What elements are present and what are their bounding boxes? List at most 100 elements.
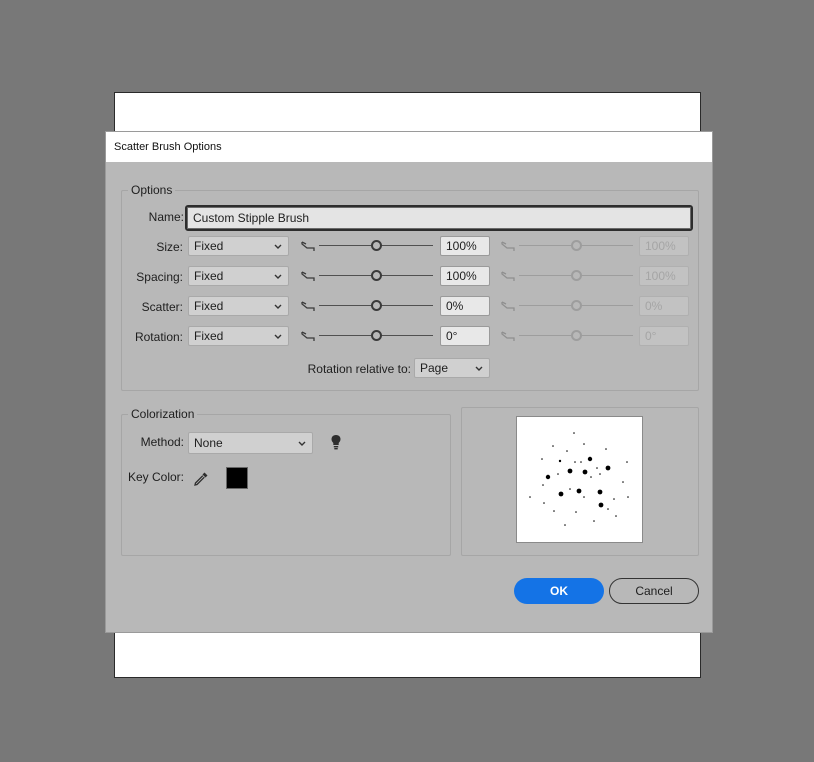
spacing-max-value-field: 100% bbox=[639, 266, 689, 286]
stipple-dot bbox=[583, 443, 585, 445]
slider-thumb[interactable] bbox=[370, 330, 382, 341]
dialog-titlebar[interactable]: Scatter Brush Options bbox=[106, 132, 712, 162]
stipple-dot bbox=[553, 510, 555, 512]
stipple-dot bbox=[573, 432, 575, 434]
scatter-label: Scatter: bbox=[141, 300, 183, 314]
method-value: None bbox=[194, 436, 223, 450]
stipple-dot bbox=[545, 474, 551, 480]
rotation-value-field[interactable]: 0° bbox=[440, 326, 490, 346]
size-value: 100% bbox=[446, 239, 477, 253]
stipple-dot bbox=[552, 445, 554, 447]
slider-thumb[interactable] bbox=[370, 300, 382, 311]
chevron-down-icon bbox=[274, 334, 282, 339]
rotation-relative-label: Rotation relative to: bbox=[307, 362, 411, 376]
chevron-down-icon bbox=[274, 244, 282, 249]
stipple-dot bbox=[569, 488, 571, 490]
dialog-title: Scatter Brush Options bbox=[114, 141, 222, 153]
slider-thumb bbox=[570, 300, 582, 311]
stipple-dot bbox=[599, 473, 601, 475]
stipple-dot bbox=[593, 520, 595, 522]
stipple-dot bbox=[564, 524, 566, 526]
colorization-legend: Colorization bbox=[128, 407, 198, 421]
slider-thumb[interactable] bbox=[370, 240, 382, 251]
size-mode-select[interactable]: Fixed bbox=[188, 236, 289, 256]
stipple-dot bbox=[542, 484, 544, 486]
pressure-curve-icon bbox=[301, 331, 315, 341]
key-color-label: Key Color: bbox=[127, 470, 184, 484]
cancel-label: Cancel bbox=[635, 584, 673, 598]
chevron-down-icon bbox=[274, 304, 282, 309]
scatter-mode-select[interactable]: Fixed bbox=[188, 296, 289, 316]
chevron-down-icon bbox=[298, 441, 306, 446]
size-max-value: 100% bbox=[645, 239, 676, 253]
rotation-mode-value: Fixed bbox=[194, 329, 224, 343]
spacing-label: Spacing: bbox=[136, 270, 183, 284]
chevron-down-icon bbox=[274, 274, 282, 279]
rotation-max-slider bbox=[519, 329, 633, 343]
pressure-curve-icon bbox=[301, 271, 315, 281]
pressure-curve-icon bbox=[501, 241, 515, 251]
method-select[interactable]: None bbox=[188, 432, 313, 454]
stipple-dot bbox=[567, 468, 573, 474]
stipple-dot bbox=[582, 469, 588, 475]
method-label: Method: bbox=[140, 435, 184, 449]
size-slider[interactable] bbox=[319, 239, 433, 253]
stipple-dot bbox=[575, 511, 577, 513]
eyedropper-icon[interactable] bbox=[192, 470, 210, 488]
stipple-dot bbox=[576, 488, 582, 494]
stipple-dot bbox=[607, 508, 609, 510]
stipple-dot bbox=[622, 481, 624, 483]
pressure-curve-icon bbox=[301, 301, 315, 311]
stipple-dot bbox=[605, 465, 611, 471]
slider-thumb bbox=[570, 270, 582, 281]
scatter-max-slider bbox=[519, 299, 633, 313]
size-max-slider bbox=[519, 239, 633, 253]
size-label: Size: bbox=[156, 240, 183, 254]
scatter-max-value: 0% bbox=[645, 299, 663, 313]
key-color-swatch[interactable] bbox=[226, 467, 248, 489]
spacing-mode-select[interactable]: Fixed bbox=[188, 266, 289, 286]
rotation-value: 0° bbox=[446, 329, 458, 343]
rotation-mode-select[interactable]: Fixed bbox=[188, 326, 289, 346]
stipple-dot bbox=[613, 498, 615, 500]
stipple-dot bbox=[558, 459, 562, 463]
pressure-curve-icon bbox=[501, 271, 515, 281]
spacing-value-field[interactable]: 100% bbox=[440, 266, 490, 286]
rotation-max-value: 0° bbox=[645, 329, 657, 343]
scatter-slider[interactable] bbox=[319, 299, 433, 313]
pressure-curve-icon bbox=[501, 301, 515, 311]
stipple-dot bbox=[543, 502, 545, 504]
size-max-value-field: 100% bbox=[639, 236, 689, 256]
stipple-dot bbox=[566, 450, 568, 452]
rotation-relative-value: Page bbox=[420, 361, 449, 375]
stipple-dot bbox=[587, 456, 593, 462]
slider-thumb bbox=[570, 240, 582, 251]
scatter-value-field[interactable]: 0% bbox=[440, 296, 490, 316]
brush-preview bbox=[516, 416, 643, 543]
rotation-max-value-field: 0° bbox=[639, 326, 689, 346]
stipple-dot bbox=[605, 448, 607, 450]
rotation-label: Rotation: bbox=[134, 330, 183, 344]
slider-thumb[interactable] bbox=[370, 270, 382, 281]
lightbulb-icon[interactable] bbox=[330, 434, 342, 450]
rotation-relative-select[interactable]: Page bbox=[414, 358, 490, 378]
stipple-dot bbox=[596, 467, 598, 469]
chevron-down-icon bbox=[475, 366, 483, 371]
brush-name-input[interactable]: Custom Stipple Brush bbox=[185, 205, 693, 231]
cancel-button[interactable]: Cancel bbox=[609, 578, 699, 604]
size-value-field[interactable]: 100% bbox=[440, 236, 490, 256]
spacing-slider[interactable] bbox=[319, 269, 433, 283]
ok-button[interactable]: OK bbox=[514, 578, 604, 604]
scatter-max-value-field: 0% bbox=[639, 296, 689, 316]
spacing-max-slider bbox=[519, 269, 633, 283]
slider-thumb bbox=[570, 330, 582, 341]
stipple-dot bbox=[580, 461, 582, 463]
brush-name-value: Custom Stipple Brush bbox=[193, 211, 310, 225]
stipple-dot bbox=[583, 496, 585, 498]
stipple-preview-graphic bbox=[529, 432, 629, 526]
rotation-slider[interactable] bbox=[319, 329, 433, 343]
stipple-dot bbox=[598, 502, 604, 508]
stipple-dot bbox=[615, 515, 617, 517]
scatter-brush-options-dialog: Scatter Brush Options Options Name: Cust… bbox=[105, 131, 713, 633]
stipple-dot bbox=[597, 489, 603, 495]
